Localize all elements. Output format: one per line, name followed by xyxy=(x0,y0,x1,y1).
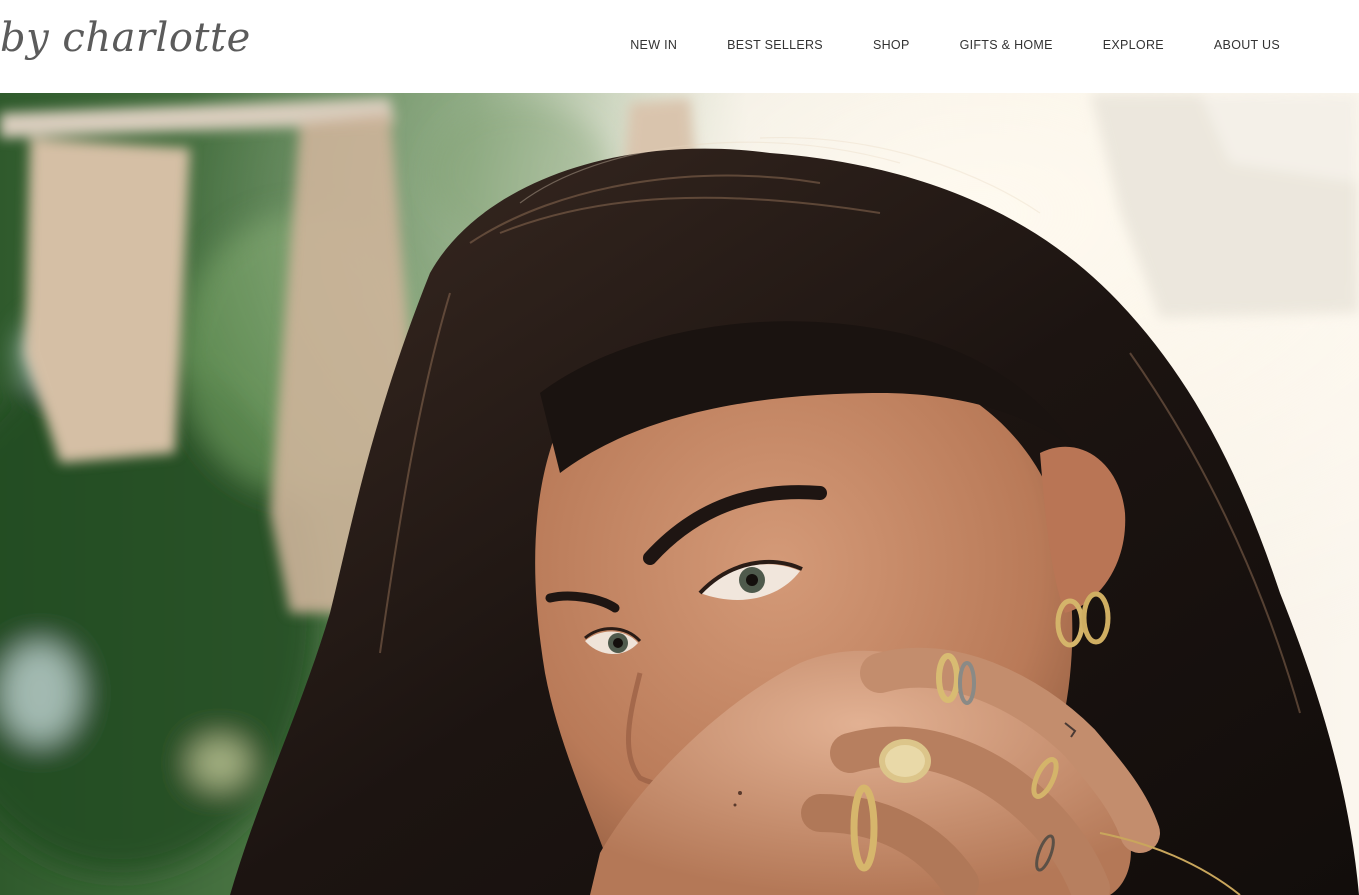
hero-banner xyxy=(0,93,1359,895)
site-header: by charlotte NEW IN BEST SELLERS SHOP GI… xyxy=(0,0,1359,93)
nav-item-about-us[interactable]: ABOUT US xyxy=(1214,35,1280,55)
nav-item-new-in[interactable]: NEW IN xyxy=(630,35,677,55)
nav-item-explore[interactable]: EXPLORE xyxy=(1103,35,1164,55)
nav-item-shop[interactable]: SHOP xyxy=(873,35,910,55)
nav-item-best-sellers[interactable]: BEST SELLERS xyxy=(727,35,823,55)
hero-photo xyxy=(0,93,1359,895)
main-nav: NEW IN BEST SELLERS SHOP GIFTS & HOME EX… xyxy=(630,35,1280,55)
brand-logo[interactable]: by charlotte xyxy=(0,14,251,62)
nav-item-gifts-home[interactable]: GIFTS & HOME xyxy=(960,35,1053,55)
